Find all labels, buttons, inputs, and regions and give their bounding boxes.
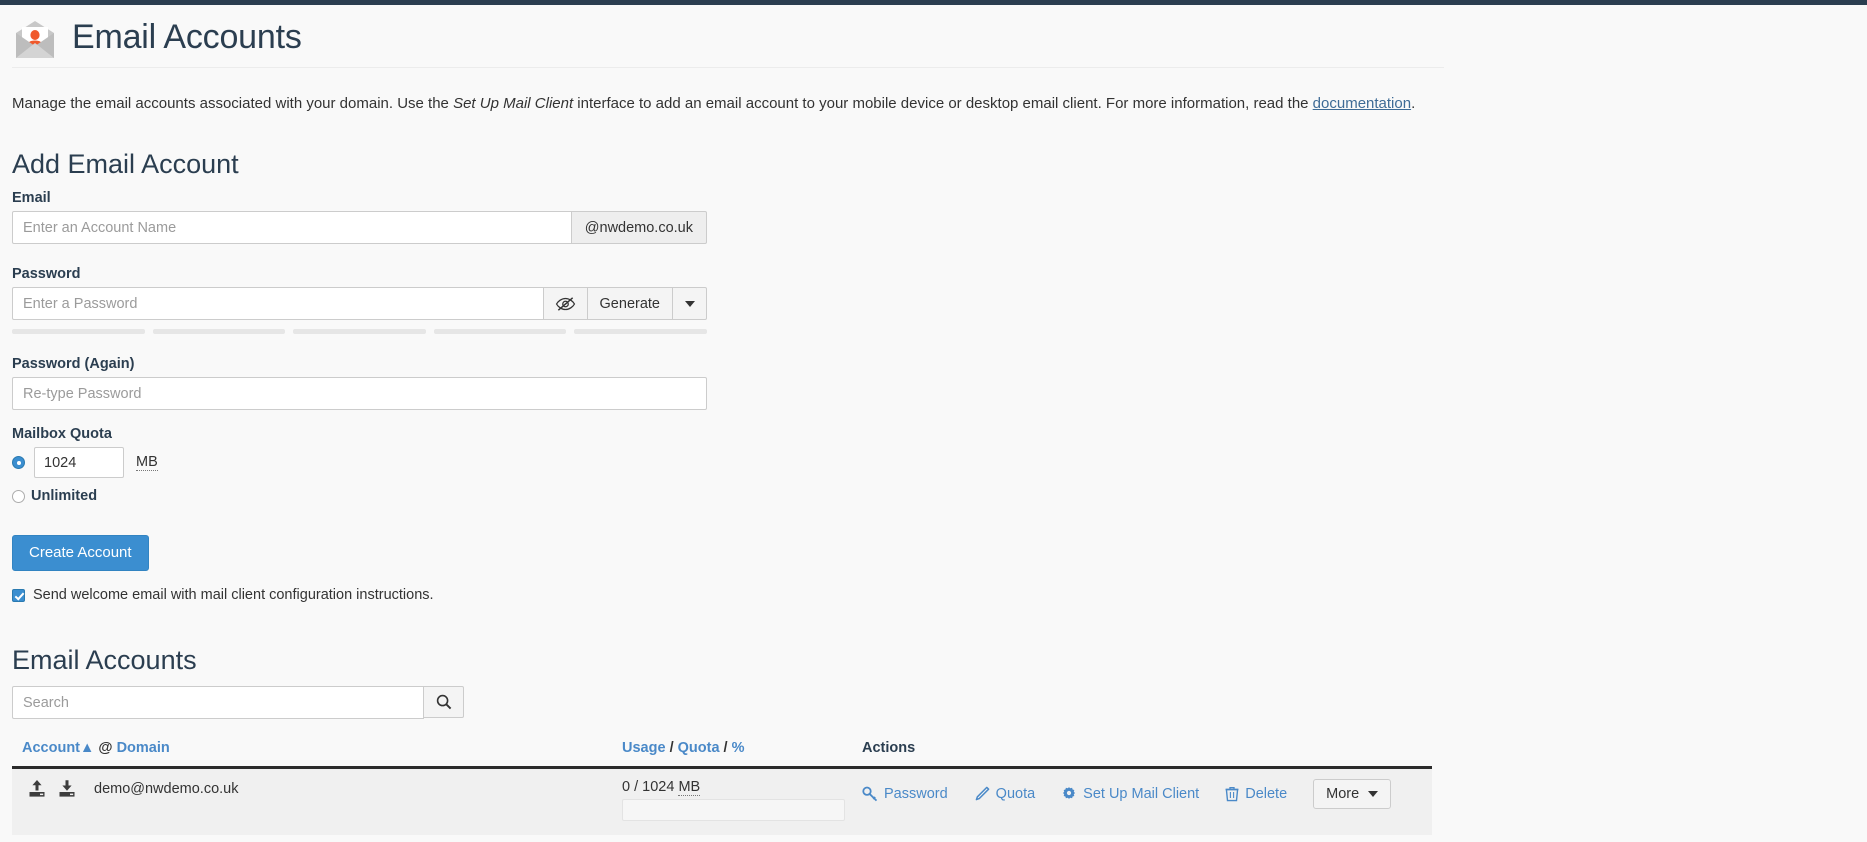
- email-account-icon: [12, 17, 58, 63]
- page-title: Email Accounts: [72, 18, 302, 56]
- sort-by-account-link[interactable]: Account: [22, 740, 80, 756]
- password-input-group: Generate: [12, 287, 707, 320]
- email-accounts-table: Account▲ @ Domain Usage / Quota / % Acti…: [12, 740, 1432, 835]
- quota-action-link[interactable]: Quota: [974, 784, 1036, 804]
- chevron-down-icon: [684, 300, 695, 307]
- delete-action-link[interactable]: Delete: [1225, 784, 1287, 804]
- email-accounts-heading: Email Accounts: [12, 645, 197, 675]
- usage-separator-2: /: [723, 740, 728, 756]
- password-field-label: Password: [12, 266, 81, 282]
- email-domain-suffix: @nwdemo.co.uk: [571, 211, 707, 244]
- pencil-icon: [974, 786, 990, 802]
- setup-mail-client-action-label: Set Up Mail Client: [1083, 786, 1200, 802]
- add-email-account-heading: Add Email Account: [12, 149, 239, 179]
- setup-mail-client-action-link[interactable]: Set Up Mail Client: [1061, 784, 1199, 804]
- strength-segment: [12, 329, 145, 334]
- column-usage-quota-percent: Usage / Quota / %: [612, 740, 852, 769]
- page-description: Manage the email accounts associated wit…: [0, 68, 1867, 114]
- trash-icon: [1225, 786, 1239, 802]
- password-action-label: Password: [884, 786, 948, 802]
- column-actions: Actions: [852, 740, 1432, 769]
- send-welcome-email-checkbox[interactable]: [12, 588, 25, 602]
- usage-used: 0: [622, 779, 631, 795]
- upload-icon[interactable]: [22, 779, 52, 798]
- password-strength-meter: [12, 329, 707, 334]
- usage-cell: 0 / 1024 MB: [612, 767, 852, 835]
- toggle-password-visibility-button[interactable]: [543, 287, 588, 320]
- sort-by-domain-link[interactable]: Domain: [117, 740, 170, 756]
- password-again-input[interactable]: [12, 377, 707, 410]
- actions-cell: Password Quota Set Up Mail Client Delete…: [852, 767, 1432, 835]
- quota-unlimited-label: Unlimited: [31, 488, 98, 504]
- password-input[interactable]: [12, 287, 544, 320]
- generate-password-options-button[interactable]: [673, 287, 707, 320]
- password-again-field-label: Password (Again): [12, 356, 135, 372]
- usage-separator-1: /: [669, 740, 674, 756]
- strength-segment: [293, 329, 426, 334]
- strength-segment: [433, 329, 567, 334]
- account-email-address: demo@nwdemo.co.uk: [94, 780, 239, 797]
- sort-by-usage-link[interactable]: Usage: [622, 740, 666, 756]
- password-again-input-group: [12, 377, 707, 410]
- intro-text-2: interface to add an email account to you…: [573, 95, 1313, 112]
- welcome-email-row: Send welcome email with mail client conf…: [12, 587, 1867, 603]
- quota-unlimited-row: Unlimited: [12, 488, 1867, 504]
- sort-indicator-icon: ▲: [80, 740, 95, 756]
- quota-action-label: Quota: [995, 786, 1036, 802]
- chevron-down-icon: [1368, 791, 1379, 797]
- email-field-label: Email: [12, 190, 51, 206]
- column-account: Account▲ @ Domain: [12, 740, 612, 769]
- search-input[interactable]: [12, 686, 424, 719]
- usage-quota: 1024: [642, 779, 675, 795]
- account-cell: demo@nwdemo.co.uk: [12, 767, 612, 835]
- quota-unlimited-radio[interactable]: [12, 489, 25, 503]
- usage-summary: 0 / 1024 MB: [622, 779, 852, 796]
- search-icon: [436, 694, 452, 710]
- mailbox-quota-label: Mailbox Quota: [12, 426, 112, 442]
- password-action-link[interactable]: Password: [862, 784, 948, 804]
- table-header-row: Account▲ @ Domain Usage / Quota / % Acti…: [12, 740, 1432, 769]
- documentation-link[interactable]: documentation: [1313, 95, 1411, 112]
- quota-amount-input[interactable]: [34, 447, 124, 478]
- quota-fixed-radio[interactable]: [12, 456, 25, 469]
- usage-progress-bar: [622, 799, 845, 821]
- eye-slash-icon: [555, 296, 576, 312]
- strength-segment: [152, 329, 286, 334]
- quota-fixed-row: MB: [12, 447, 1867, 478]
- column-at-symbol: @: [98, 740, 113, 756]
- intro-text-1: Manage the email accounts associated wit…: [12, 95, 454, 112]
- key-icon: [862, 786, 878, 802]
- usage-unit: MB: [678, 779, 701, 796]
- download-icon[interactable]: [52, 779, 82, 798]
- intro-text-3: .: [1411, 95, 1416, 112]
- email-input-group: @nwdemo.co.uk: [12, 211, 707, 244]
- quota-unit-label: MB: [136, 454, 158, 471]
- strength-segment: [574, 329, 707, 334]
- search-button[interactable]: [424, 686, 464, 718]
- accounts-search-group: [12, 686, 464, 719]
- intro-emphasis: Set Up Mail Client: [453, 95, 574, 112]
- send-welcome-email-label: Send welcome email with mail client conf…: [33, 587, 434, 603]
- usage-separator: /: [634, 779, 639, 795]
- page-header: Email Accounts: [12, 5, 1444, 68]
- gear-icon: [1061, 786, 1077, 802]
- more-actions-label: More: [1326, 786, 1360, 802]
- table-row: demo@nwdemo.co.uk 0 / 1024 MB Password Q…: [12, 767, 1432, 835]
- sort-by-percent-link[interactable]: %: [732, 740, 745, 756]
- email-account-name-input[interactable]: [12, 211, 572, 244]
- more-actions-button[interactable]: More: [1313, 779, 1392, 809]
- create-account-button[interactable]: Create Account: [12, 535, 149, 571]
- page-container: Email Accounts Manage the email accounts…: [0, 5, 1867, 835]
- delete-action-label: Delete: [1245, 786, 1288, 802]
- sort-by-quota-link[interactable]: Quota: [678, 740, 720, 756]
- generate-password-button[interactable]: Generate: [587, 287, 673, 320]
